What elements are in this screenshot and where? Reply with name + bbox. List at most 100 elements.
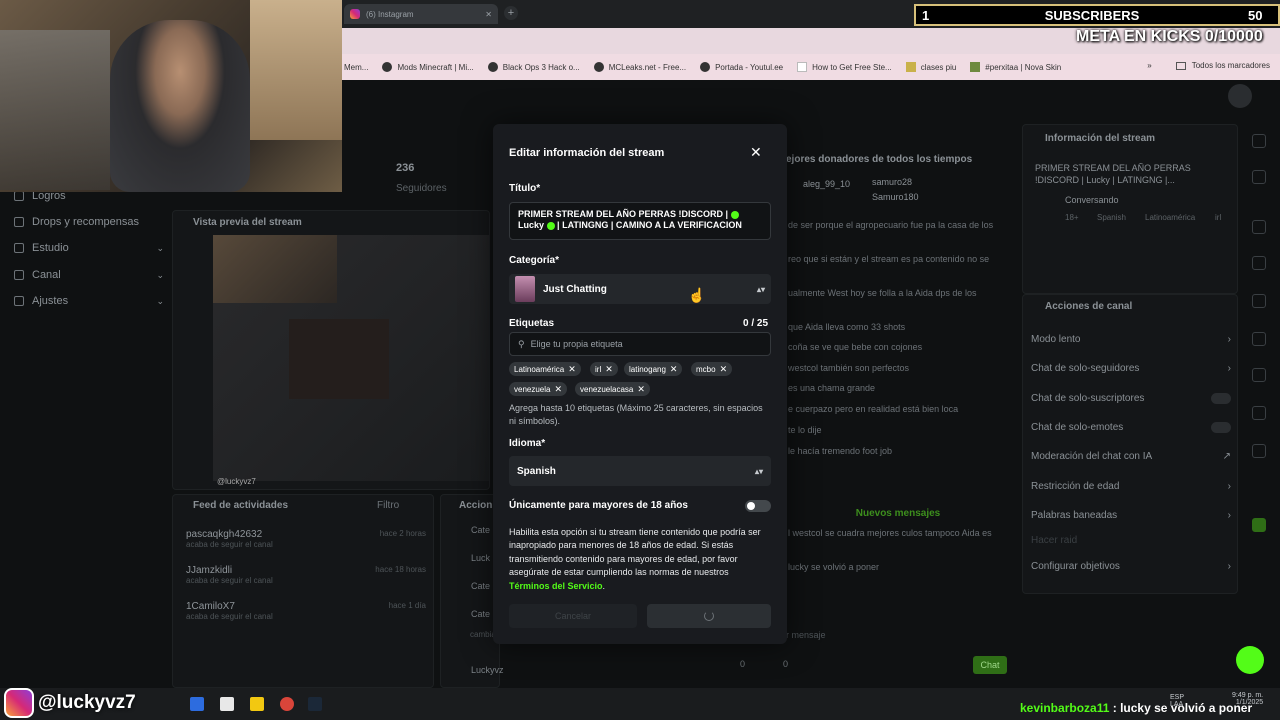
modal-title: Editar información del stream (509, 147, 665, 159)
preview-webcam (213, 235, 337, 303)
emote-icon (730, 210, 739, 219)
close-icon[interactable]: ✕ (750, 144, 762, 161)
category-thumbnail (515, 276, 535, 302)
title-field[interactable]: PRIMER STREAM DEL AÑO PERRAS !DISCORD | … (509, 202, 771, 240)
remove-tag-icon[interactable]: ✕ (568, 364, 576, 375)
remove-tag-icon[interactable]: ✕ (720, 364, 728, 375)
action-banned-words[interactable]: Palabras baneadas › (1031, 510, 1231, 521)
instagram-logo-icon (4, 688, 34, 718)
adult-only-toggle[interactable] (745, 500, 771, 512)
bookmark-item[interactable]: Mem... (344, 63, 368, 72)
chat-ticker-overlay: kevinbarboza11 : lucky se volvió a poner (1020, 701, 1253, 715)
phone-icon[interactable] (1252, 294, 1266, 308)
chat-icon[interactable] (1252, 332, 1266, 346)
stream-info-tag: Spanish (1097, 213, 1126, 222)
bookmarks-more-icon[interactable]: » (1147, 61, 1151, 70)
broadcast-icon[interactable] (1252, 368, 1266, 382)
settings-icon[interactable] (1252, 220, 1266, 234)
cancel-button[interactable]: Cancelar (509, 604, 637, 628)
action-age-restriction[interactable]: Restricción de edad › (1031, 481, 1231, 492)
bookmark-item[interactable]: clases piu (905, 62, 956, 72)
calendar-icon[interactable] (190, 697, 204, 711)
remove-tag-icon[interactable]: ✕ (605, 364, 613, 375)
avatar[interactable] (1228, 84, 1252, 108)
chat-input[interactable]: r mensaje (786, 630, 826, 640)
language-select[interactable]: Spanish ▴▾ (509, 456, 771, 486)
remove-tag-icon[interactable]: ✕ (637, 384, 645, 395)
tag-search-input[interactable]: ⚲ Elige tu propia etiqueta (509, 332, 771, 356)
toggle-switch[interactable] (1211, 422, 1231, 433)
chat-message: reo que si están y el stream es pa conte… (788, 254, 990, 264)
action-emotes-only[interactable]: Chat de solo-emotes (1031, 422, 1231, 433)
remove-tag-icon[interactable]: ✕ (670, 364, 678, 375)
action-goals[interactable]: Configurar objetivos › (1031, 561, 1231, 572)
kick-goal-overlay: META EN KICKS 0/10000 (1076, 28, 1263, 45)
language-label: Idioma* (509, 438, 546, 449)
chevron-right-icon: › (1227, 510, 1231, 521)
tags-label: Etiquetas (509, 318, 555, 329)
bookmark-item[interactable]: #perxitaa | Nova Skin (970, 62, 1061, 72)
feed-row: 1CamiloX7 acaba de seguir el canal hace 1 … (186, 601, 426, 621)
kick-icon[interactable] (1252, 518, 1266, 532)
screen-icon[interactable] (1252, 406, 1266, 420)
site-icon (700, 62, 711, 72)
feed-filter-button[interactable]: Filtro (377, 500, 399, 511)
stream-info-category: Conversando (1065, 195, 1119, 205)
tools-icon[interactable] (1252, 444, 1266, 458)
terms-link[interactable]: Términos del Servicio (509, 581, 603, 591)
bolt-icon[interactable] (1252, 256, 1266, 270)
all-bookmarks[interactable]: » Todos los marcadores (1147, 61, 1270, 70)
chevron-right-icon: › (1227, 561, 1231, 572)
action-slow-mode[interactable]: Modo lento › (1031, 334, 1231, 345)
store-icon[interactable] (220, 697, 234, 711)
bookmark-item[interactable]: Portada - Youtul.ee (700, 62, 783, 72)
edit-icon[interactable] (1252, 170, 1266, 184)
tag-chip[interactable]: venezuelacasa ✕ (575, 382, 650, 396)
trophy-icon (14, 191, 24, 201)
steam-icon[interactable] (308, 697, 322, 711)
instagram-handle: @luckyvz7 (38, 692, 136, 713)
language-indicator[interactable]: ESP LAA (1170, 694, 1184, 708)
tag-chip[interactable]: Latinoamérica ✕ (509, 362, 581, 376)
category-select[interactable]: Just Chatting ▴▾ (509, 274, 771, 304)
new-tab-button[interactable]: + (504, 6, 518, 20)
tag-chip[interactable]: venezuela ✕ (509, 382, 568, 396)
bookmark-item[interactable]: How to Get Free Ste... (797, 62, 892, 72)
streamer (110, 20, 250, 192)
sidebar-item-estudio[interactable]: Estudio ⌄ (14, 242, 164, 254)
action-raid[interactable]: Hacer raid (1031, 535, 1231, 546)
bookmark-item[interactable]: MCLeaks.net - Free... (593, 62, 686, 72)
action-followers-only[interactable]: Chat de solo-seguidores › (1031, 363, 1231, 374)
notes-icon[interactable] (250, 697, 264, 711)
search-icon: ⚲ (518, 338, 525, 349)
bookmark-item[interactable]: Mods Minecraft | Mi... (382, 62, 474, 72)
help-fab[interactable] (1236, 646, 1264, 674)
chat-send-button[interactable]: Chat (973, 656, 1007, 674)
tab-instagram[interactable]: (6) Instagram ✕ (344, 4, 498, 24)
chat-count-2: 0 (783, 659, 789, 669)
sidebar-item-canal[interactable]: Canal ⌄ (14, 269, 164, 281)
tag-chip[interactable]: latinogang ✕ (624, 362, 683, 376)
mod-actions-title: Accion (459, 500, 493, 511)
action-ai-moderation[interactable]: Moderación del chat con IA ↗ (1031, 451, 1231, 462)
bookmarks-bar: Mem... Mods Minecraft | Mi... Black Ops … (342, 54, 1280, 80)
bookmark-item[interactable]: Black Ops 3 Hack o... (487, 62, 580, 72)
action-subs-only[interactable]: Chat de solo-suscriptores (1031, 393, 1231, 404)
mod-row: Cate (471, 525, 491, 535)
close-tab-icon[interactable]: ✕ (485, 10, 492, 19)
toggle-switch[interactable] (1211, 393, 1231, 404)
emote-icon (546, 221, 555, 230)
chrome-icon[interactable] (280, 697, 294, 711)
info-icon[interactable] (1252, 134, 1266, 148)
sidebar-item-drops[interactable]: Drops y recompensas (14, 216, 164, 228)
remove-tag-icon[interactable]: ✕ (554, 384, 562, 395)
taskbar-clock[interactable]: 9:49 p. m. 1/1/2025 (1232, 692, 1263, 706)
site-icon (970, 62, 981, 72)
chat-message: le hacía tremendo foot job (788, 446, 893, 456)
tag-chip[interactable]: mcbo ✕ (691, 362, 733, 376)
save-button[interactable] (647, 604, 771, 628)
site-icon (382, 62, 393, 72)
chevron-down-icon: ⌄ (156, 242, 164, 253)
tag-chip[interactable]: irl ✕ (590, 362, 618, 376)
sidebar-item-ajustes[interactable]: Ajustes ⌄ (14, 295, 164, 307)
